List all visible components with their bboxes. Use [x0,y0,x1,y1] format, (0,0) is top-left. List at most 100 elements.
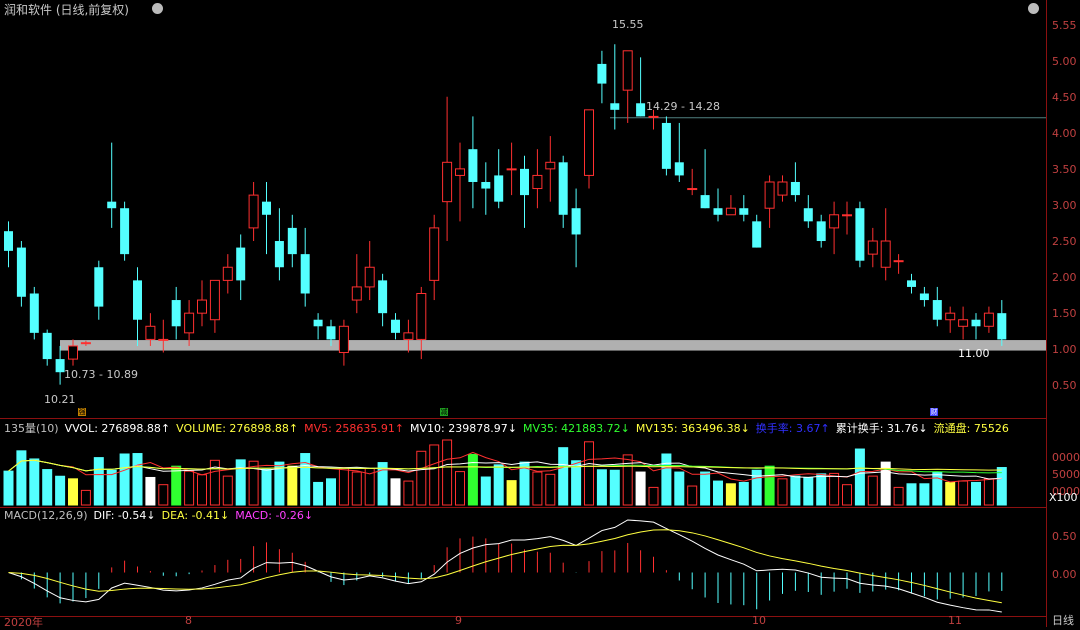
candle-body [416,292,427,340]
x-axis-tick: 8 [185,614,192,627]
volume-bar [403,480,414,506]
low-annotation: 10.21 [44,393,76,406]
candle-body [274,241,284,268]
candle-body [558,162,568,215]
candle-body [494,175,504,202]
candle-body [545,161,556,170]
candle-body [209,279,220,321]
candle-body [184,312,195,334]
volume-unit-label: X100 [1049,491,1078,504]
volume-bar [906,483,917,506]
volume-bar [68,478,78,506]
event-badge[interactable]: 财 [930,408,938,416]
volume-bar [829,472,840,506]
candle-body [636,103,646,117]
volume-bar [958,480,969,506]
candle-body [133,280,142,320]
volume-bar [16,450,27,506]
candle-body [945,312,956,321]
event-badge[interactable]: 减 [440,408,448,416]
high-annotation: 15.55 [612,18,644,31]
candle-body [351,286,362,301]
candle-body [919,293,929,301]
volume-bar [338,467,349,506]
volume-bar [119,453,130,506]
macd-legend-item: MACD(12,26,9) [4,509,88,522]
volume-bar [584,441,594,506]
candle-body [803,208,813,222]
candle-body [442,161,453,203]
volume-legend-item: VOLUME: 276898.88↑ [176,422,299,435]
candle-body [403,332,414,340]
volume-bar [390,478,401,506]
volume-bar [764,465,775,506]
volume-bar [648,486,659,506]
volume-bar [429,444,440,506]
volume-bar [455,471,465,506]
candle-body [571,208,581,235]
macd-legend-item: MACD: -0.26↓ [235,509,314,522]
candle-body [262,201,271,215]
axis-separator [1046,0,1047,627]
price-chart[interactable] [0,0,1046,627]
volume-bar [635,471,646,506]
candle-body [622,50,633,91]
event-badge[interactable]: 强 [78,408,86,416]
period-label[interactable]: 日线 [1052,612,1074,628]
volume-bar [867,475,878,506]
candle-body [907,280,916,287]
x-axis-tick: 9 [455,614,462,627]
panel-separator [0,418,1046,419]
candle-body [739,208,749,215]
volume-bar [661,453,672,506]
candle-body [313,319,323,327]
candle-body [932,300,942,320]
price-axis-tick: 1.00 [1052,343,1077,356]
price-axis-tick: 5.55 [1052,19,1077,32]
price-axis-tick: 4.00 [1052,127,1077,140]
candle-body [661,122,671,169]
volume-bar [132,453,143,506]
volume-bar [287,465,298,506]
candle-body [68,345,78,360]
candle-body [893,260,904,263]
candle-body [391,319,400,333]
volume-bar [842,484,852,506]
candle-body [506,168,517,171]
x-axis-tick: 2020年 [4,616,43,629]
candle-body [700,195,710,209]
candle-body [520,168,529,196]
volume-bar [738,481,749,506]
price-axis-tick: 2.50 [1052,235,1077,248]
candle-body [429,227,440,281]
volume-bar [609,469,620,506]
candle-body [107,201,117,209]
volume-bar [313,481,324,506]
volume-bar [558,447,569,506]
volume-bar [80,489,91,506]
candle-body [378,280,388,314]
volume-bar [326,478,336,506]
volume-bar [3,470,14,506]
candle-body [248,194,259,229]
macd-legend: MACD(12,26,9) DIF: -0.54↓ DEA: -0.41↓ MACD:… [4,509,319,522]
candle-body [855,208,865,261]
candle-body [171,300,181,327]
volume-ma-line [8,459,1002,474]
candle-body [468,149,478,182]
candle-body [158,338,169,341]
volume-axis-tick: 5000 [1052,468,1080,481]
candle-body [752,221,762,248]
candle-body [725,207,736,216]
candle-body [584,109,594,176]
candle-body [16,247,26,297]
candle-body [597,63,607,84]
candle-body [4,231,13,251]
volume-bar [545,473,556,506]
candle-body [287,227,297,255]
volume-bar [55,475,66,506]
volume-bar [442,439,453,506]
volume-bar [945,481,956,506]
volume-bar [197,474,207,506]
candle-body [197,299,207,314]
